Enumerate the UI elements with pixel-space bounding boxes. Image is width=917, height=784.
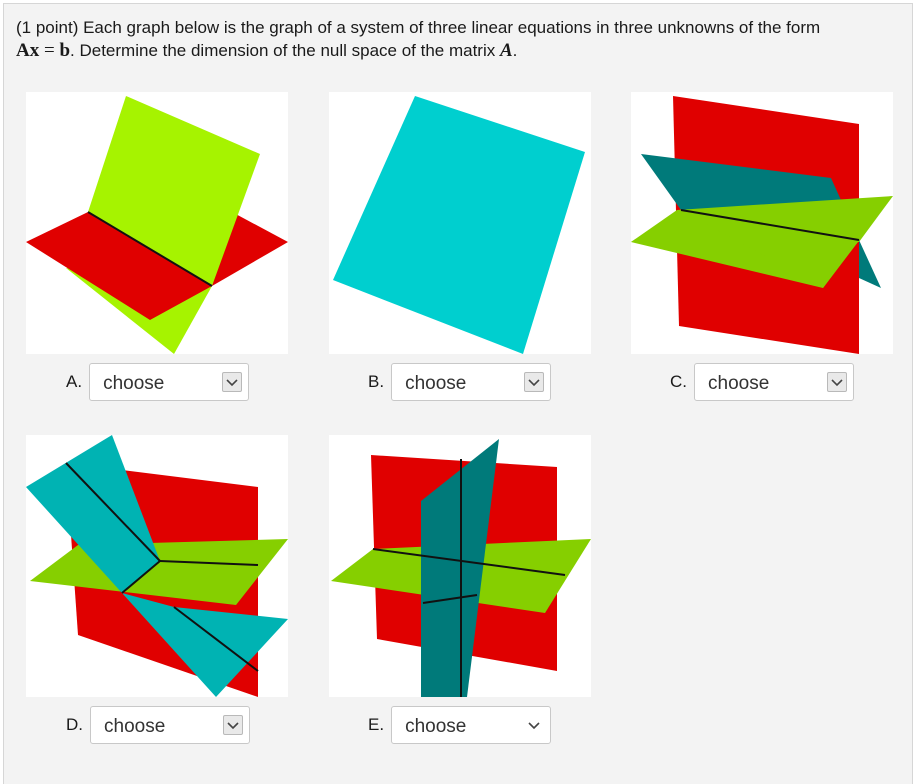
answer-select-c[interactable]: choose [694, 363, 854, 401]
answer-row-d: D. choose [66, 705, 250, 745]
graph-c [631, 92, 893, 354]
answer-select-d[interactable]: choose [90, 706, 250, 744]
chevron-down-icon [223, 715, 243, 735]
select-value-c: choose [708, 373, 770, 394]
answer-row-e: E. choose [368, 705, 552, 745]
select-value-e: choose [405, 716, 467, 737]
vector-x-symbol: x [29, 40, 40, 61]
vector-b-symbol: b [59, 40, 71, 61]
graph-c-planes [631, 96, 893, 354]
answer-select-e[interactable]: choose [391, 706, 552, 744]
graph-e [329, 435, 591, 697]
prompt-text-before: (1 point) Each graph below is the graph … [16, 18, 821, 37]
prompt-text-after: . Determine the dimension of the null sp… [70, 41, 500, 60]
chevron-down-icon [524, 715, 545, 735]
chevron-down-icon [827, 372, 847, 392]
chevron-down-icon [524, 372, 545, 392]
answer-label-c: C. [670, 372, 687, 391]
answer-row-a: A. choose [66, 362, 250, 402]
matrix-a-symbol: A [16, 40, 30, 61]
answer-row-b: B. choose [368, 362, 552, 402]
select-value-b: choose [405, 373, 467, 394]
graph-d-planes [26, 435, 288, 697]
answer-label-b: B. [368, 372, 385, 391]
graph-e-planes [331, 439, 591, 697]
plane-cyan [333, 96, 585, 354]
problem-prompt: (1 point) Each graph below is the graph … [16, 16, 906, 62]
select-value-a: choose [103, 373, 165, 394]
answer-label-e: E. [368, 715, 385, 734]
graph-a [26, 92, 288, 354]
equals-sign: = [39, 40, 60, 61]
answer-select-a[interactable]: choose [89, 363, 250, 401]
answer-row-c: C. choose [670, 362, 854, 402]
plane-teal-lower [859, 240, 881, 288]
answer-select-b[interactable]: choose [391, 363, 552, 401]
answer-label-d: D. [66, 715, 83, 734]
matrix-name: A [499, 40, 513, 61]
graph-a-planes [26, 96, 288, 354]
graph-b-planes [333, 96, 585, 354]
graph-b [329, 92, 591, 354]
problem-container: (1 point) Each graph below is the graph … [3, 3, 913, 784]
prompt-period: . [512, 41, 518, 60]
answer-label-a: A. [66, 372, 83, 391]
select-value-d: choose [104, 716, 166, 737]
chevron-down-icon [222, 372, 243, 392]
equation-ax-b: Ax = b [16, 40, 70, 61]
graph-d [26, 435, 288, 697]
